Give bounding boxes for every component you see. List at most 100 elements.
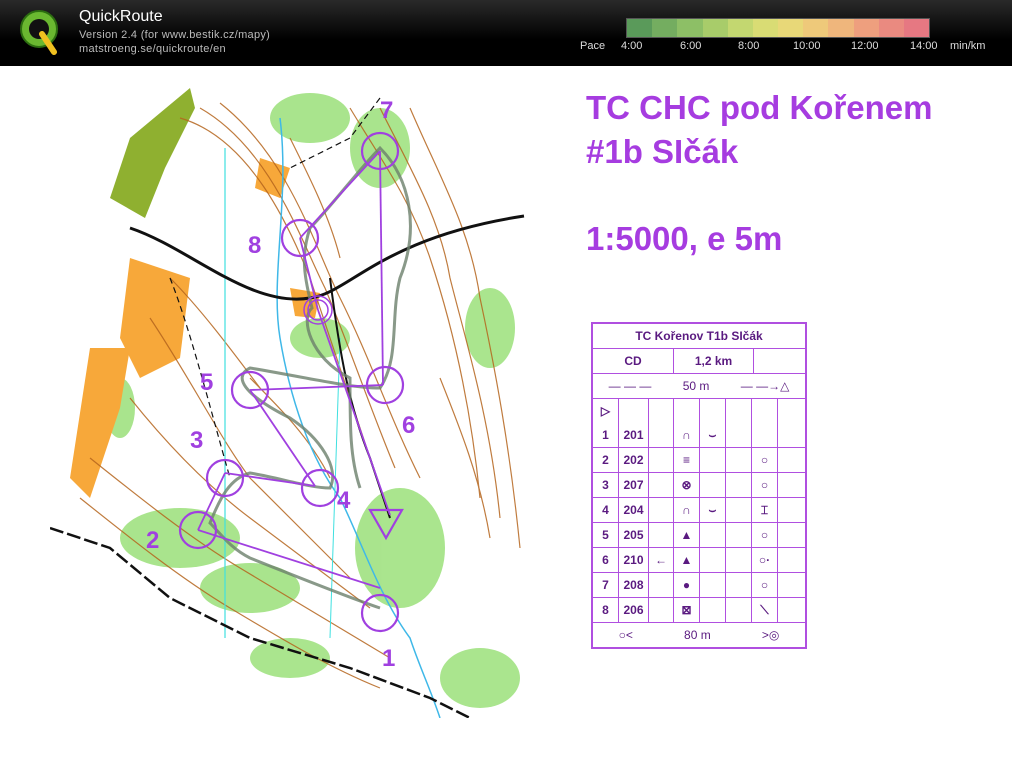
control-number: 1 — [602, 428, 609, 442]
pace-tick: 6:00 — [680, 40, 702, 52]
map-scale: 1:5000, e 5m — [586, 220, 783, 257]
control-description-row: 6 210 ← ▲ ○· — [593, 547, 805, 572]
pace-color-segment — [778, 19, 804, 37]
detail-symbol-icon — [699, 573, 725, 597]
feature-symbol-icon: ⊠ — [673, 598, 699, 622]
control-description-row: 3 207 ⊗ ○ — [593, 472, 805, 497]
empty-cell — [725, 448, 751, 472]
control-number: 1 — [382, 645, 395, 672]
control-code: 206 — [618, 598, 648, 622]
pace-tick: 12:00 — [851, 40, 879, 52]
empty-cell — [725, 498, 751, 522]
feature-symbol-icon: ▲ — [673, 523, 699, 547]
direction-icon: ← — [648, 548, 673, 572]
control-number: 7 — [380, 97, 393, 124]
empty-cell — [725, 548, 751, 572]
control-number: 8 — [248, 232, 261, 259]
description-length: 1,2 km — [673, 349, 753, 373]
empty-cell — [777, 598, 805, 622]
feature-symbol-icon: ∩ — [673, 423, 699, 447]
control-description-row: 1 201 ∩ ⌣ — [593, 423, 805, 447]
description-class-row: CD 1,2 km — [593, 348, 805, 373]
control-number: 5 — [200, 369, 213, 396]
direction-icon — [648, 598, 673, 622]
feature-symbol-icon: ∩ — [673, 498, 699, 522]
app-header: QuickRoute Version 2.4 (for www.bestik.c… — [0, 0, 1012, 66]
control-code: 208 — [618, 573, 648, 597]
app-title: QuickRoute — [79, 8, 163, 25]
event-title: TC CHC pod Kořenem #1b SIčák — [586, 86, 933, 174]
empty-cell — [725, 423, 751, 447]
pace-color-segment — [803, 19, 829, 37]
event-title-line1: TC CHC pod Kořenem — [586, 89, 933, 126]
control-number: 6 — [402, 412, 415, 439]
control-number: 6 — [602, 553, 609, 567]
location-symbol-icon: ○ — [751, 523, 777, 547]
pace-unit: min/km — [950, 40, 986, 52]
direction-icon — [648, 448, 673, 472]
pace-color-segment — [677, 19, 703, 37]
pace-label: Pace — [580, 40, 606, 52]
control-number: 8 — [602, 603, 609, 617]
empty-cell — [777, 523, 805, 547]
direction-icon — [648, 473, 673, 497]
empty-cell — [777, 573, 805, 597]
pace-color-segment — [702, 19, 728, 37]
detail-symbol-icon: ⌣ — [699, 423, 725, 447]
orienteering-map[interactable]: 1 2 3 4 5 6 7 8 — [50, 78, 532, 718]
arrow-to-triangle-icon: — —→△ — [740, 379, 790, 393]
app-version: Version 2.4 (for www.bestik.cz/mapy) — [79, 29, 271, 41]
pace-color-segment — [727, 19, 753, 37]
control-code: 205 — [618, 523, 648, 547]
location-symbol-icon: ○ — [751, 473, 777, 497]
start-triangle-icon: ▷ — [600, 404, 611, 418]
detail-symbol-icon — [699, 473, 725, 497]
location-symbol-icon: ○· — [751, 548, 777, 572]
pace-tick: 14:00 — [910, 40, 938, 52]
feature-symbol-icon: ≡ — [673, 448, 699, 472]
location-symbol-icon — [751, 423, 777, 447]
pace-color-segment — [752, 19, 779, 37]
pace-tick: 4:00 — [621, 40, 643, 52]
control-code: 204 — [618, 498, 648, 522]
finish-circle-icon: ○< — [618, 628, 633, 642]
detail-symbol-icon — [699, 598, 725, 622]
event-title-line2: #1b SIčák — [586, 133, 739, 170]
pace-tick: 10:00 — [793, 40, 821, 52]
feature-symbol-icon: ▲ — [673, 548, 699, 572]
control-number: 2 — [146, 527, 159, 554]
control-number: 7 — [602, 578, 609, 592]
empty-cell — [725, 573, 751, 597]
empty-cell — [777, 498, 805, 522]
finish-distance: 80 m — [684, 628, 711, 642]
pace-color-segment — [903, 19, 930, 37]
direction-icon — [648, 498, 673, 522]
empty-cell — [777, 473, 805, 497]
control-description-row: 7 208 ● ○ — [593, 572, 805, 597]
pace-color-segment — [853, 19, 879, 37]
direction-icon — [648, 573, 673, 597]
control-number: 3 — [190, 427, 203, 454]
direction-icon — [648, 423, 673, 447]
start-distance: 50 m — [682, 379, 710, 393]
location-symbol-icon: ⌶ — [751, 498, 777, 522]
detail-symbol-icon — [699, 448, 725, 472]
control-code: 201 — [618, 423, 648, 447]
control-description-row: 5 205 ▲ ○ — [593, 522, 805, 547]
control-code: 202 — [618, 448, 648, 472]
detail-symbol-icon — [699, 523, 725, 547]
pace-tick: 8:00 — [738, 40, 760, 52]
control-description-row: 2 202 ≡ ○ — [593, 447, 805, 472]
control-description-sheet: TC Kořenov T1b SIčák CD 1,2 km — — — 50 … — [591, 322, 807, 649]
pace-color-segment — [627, 19, 653, 37]
detail-symbol-icon — [699, 548, 725, 572]
description-finish-row: ○< 80 m >◎ — [593, 622, 805, 647]
feature-symbol-icon: ⊗ — [673, 473, 699, 497]
control-description-row: 8 206 ⊠ ⟍ — [593, 597, 805, 622]
control-number: 5 — [602, 528, 609, 542]
description-start-row: — — — 50 m — —→△ — [593, 373, 805, 398]
control-number: 2 — [602, 453, 609, 467]
control-code: 210 — [618, 548, 648, 572]
dash-line-icon: — — — — [608, 379, 652, 393]
empty-cell — [725, 473, 751, 497]
